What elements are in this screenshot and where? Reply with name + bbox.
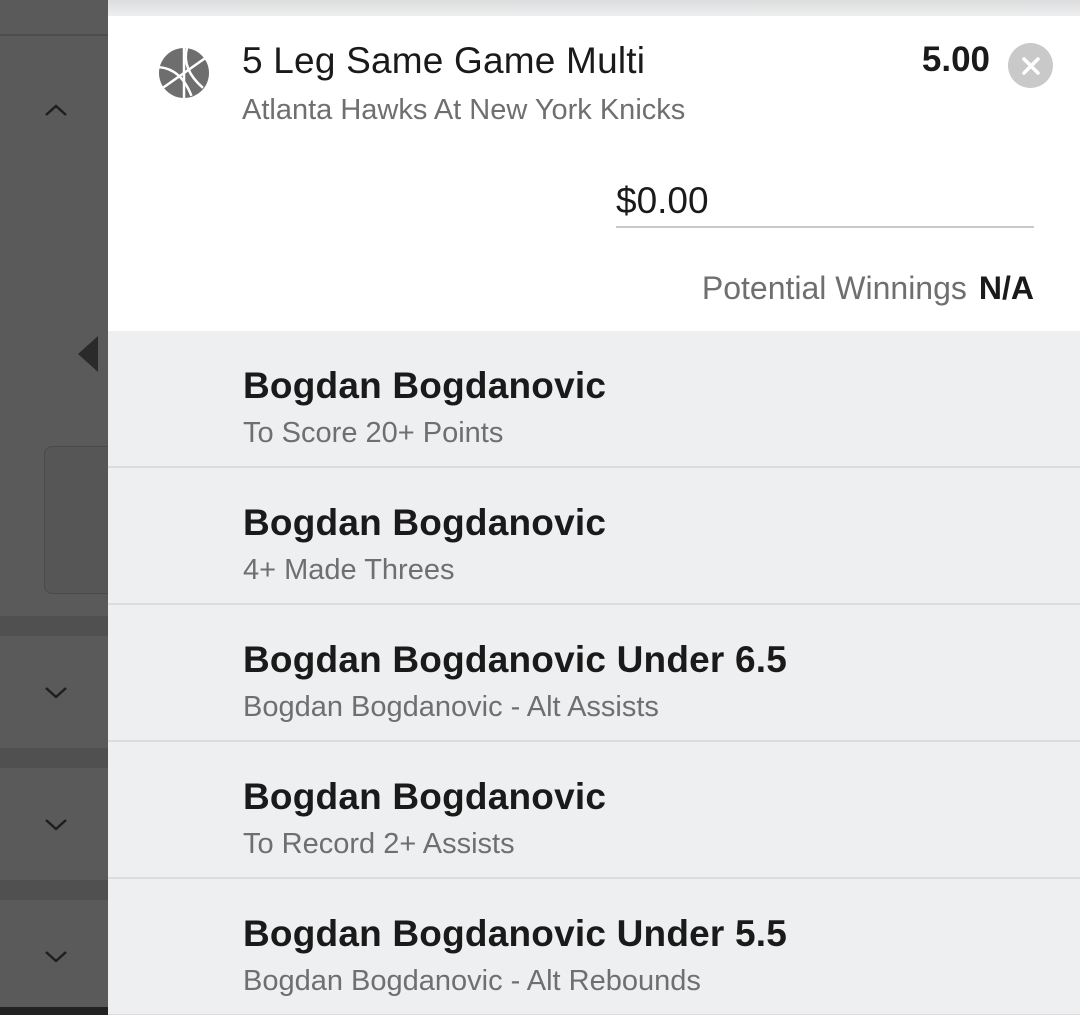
divider (0, 34, 108, 36)
close-icon (1021, 56, 1040, 75)
potential-winnings-value: N/A (978, 270, 1034, 306)
background-card (44, 446, 116, 594)
leg-item: Bogdan Bogdanovic To Score 20+ Points (108, 331, 1080, 468)
multi-bet-card: 5 Leg Same Game Multi Atlanta Hawks At N… (108, 16, 1080, 331)
bet-legs-list: Bogdan Bogdanovic To Score 20+ Points Bo… (108, 331, 1080, 1015)
leg-item: Bogdan Bogdanovic To Record 2+ Assists (108, 742, 1080, 879)
divider (0, 880, 108, 900)
leg-item: Bogdan Bogdanovic Under 6.5 Bogdan Bogda… (108, 605, 1080, 742)
bet-event: Atlanta Hawks At New York Knicks (242, 94, 686, 126)
collapse-arrow-icon[interactable] (78, 336, 98, 372)
leg-selection: Bogdan Bogdanovic (243, 776, 607, 817)
leg-item: Bogdan Bogdanovic Under 5.5 Bogdan Bogda… (108, 879, 1080, 1015)
bet-title: 5 Leg Same Game Multi (242, 40, 646, 81)
leg-selection: Bogdan Bogdanovic (243, 365, 607, 406)
leg-market: Bogdan Bogdanovic - Alt Rebounds (243, 965, 701, 997)
leg-selection: Bogdan Bogdanovic Under 6.5 (243, 639, 788, 680)
leg-market: 4+ Made Threes (243, 554, 455, 586)
basketball-icon (159, 47, 209, 98)
chevron-down-icon[interactable] (42, 810, 70, 838)
chevron-up-icon[interactable] (42, 96, 70, 124)
background-overlay (0, 0, 116, 1015)
chevron-down-icon[interactable] (42, 942, 70, 970)
bet-odds: 5.00 (921, 40, 990, 79)
leg-market: To Record 2+ Assists (243, 828, 515, 860)
divider (0, 748, 108, 768)
panel-shadow (108, 0, 1080, 16)
potential-winnings-label: Potential Winnings (701, 270, 967, 306)
leg-selection: Bogdan Bogdanovic Under 5.5 (243, 913, 788, 954)
divider (0, 616, 108, 636)
leg-selection: Bogdan Bogdanovic (243, 502, 607, 543)
leg-item: Bogdan Bogdanovic 4+ Made Threes (108, 468, 1080, 605)
leg-market: To Score 20+ Points (243, 417, 504, 449)
potential-winnings: Potential Winnings N/A (702, 270, 1034, 307)
bet-slip-panel: 5 Leg Same Game Multi Atlanta Hawks At N… (108, 0, 1080, 1015)
stake-input[interactable] (616, 176, 1034, 228)
chevron-down-icon[interactable] (42, 678, 70, 706)
bottom-bar (0, 1007, 108, 1015)
leg-market: Bogdan Bogdanovic - Alt Assists (243, 691, 659, 723)
remove-bet-button[interactable] (1008, 43, 1053, 88)
